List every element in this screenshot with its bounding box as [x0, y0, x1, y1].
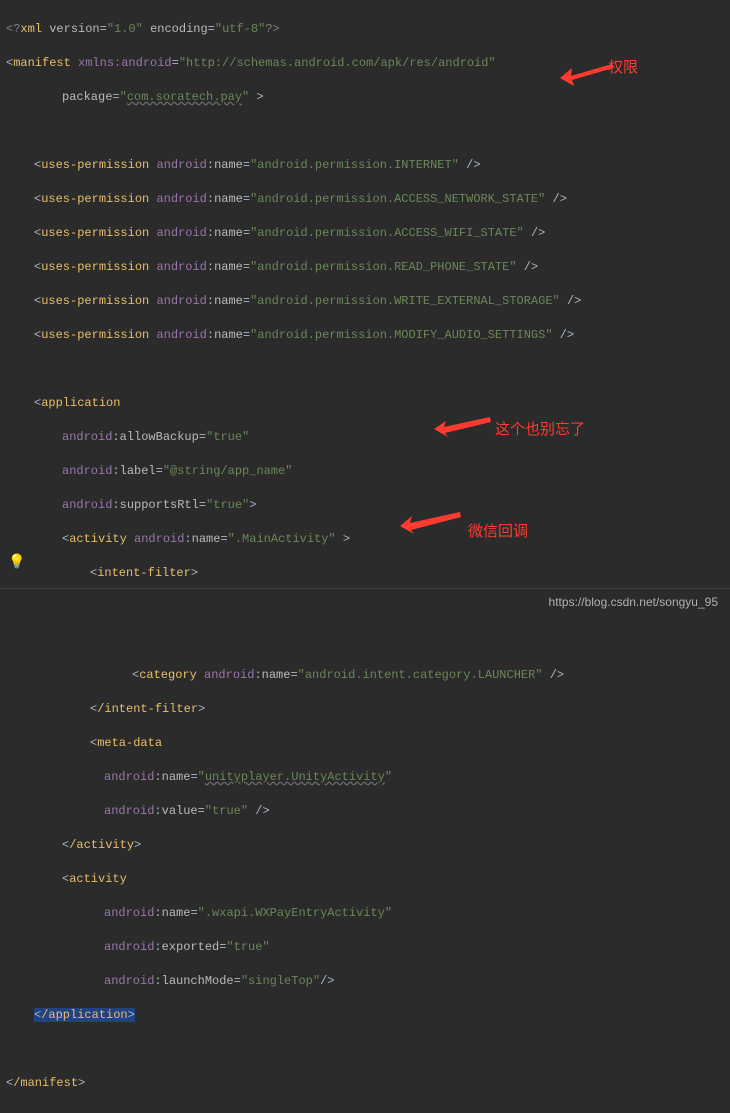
code-line: </intent-filter>	[6, 701, 724, 718]
code-line: <activity	[6, 871, 724, 888]
code-line: <meta-data	[6, 735, 724, 752]
code-line: android:name=".wxapi.WXPayEntryActivity"	[6, 905, 724, 922]
code-line	[6, 1041, 724, 1058]
code-line: <intent-filter>	[6, 565, 724, 582]
code-line: </activity>	[6, 837, 724, 854]
code-line: <uses-permission android:name="android.p…	[6, 225, 724, 242]
code-line: android:allowBackup="true"	[6, 429, 724, 446]
code-line: <application	[6, 395, 724, 412]
code-line: </manifest>	[6, 1075, 724, 1092]
code-line: <uses-permission android:name="android.p…	[6, 259, 724, 276]
code-line: <uses-permission android:name="android.p…	[6, 293, 724, 310]
code-line	[6, 633, 724, 650]
code-line: <activity android:name=".MainActivity" >	[6, 531, 724, 548]
code-line	[6, 361, 724, 378]
code-line: </application>	[6, 1007, 724, 1024]
code-line: <uses-permission android:name="android.p…	[6, 327, 724, 344]
footer-url: https://blog.csdn.net/songyu_95	[549, 595, 718, 609]
code-line: <?xml version="1.0" encoding="utf-8"?>	[6, 21, 724, 38]
footer-bar: https://blog.csdn.net/songyu_95	[0, 588, 730, 615]
code-line: android:exported="true"	[6, 939, 724, 956]
code-line: <category android:name="android.intent.c…	[6, 667, 724, 684]
code-line: android:value="true" />	[6, 803, 724, 820]
code-editor[interactable]: <?xml version="1.0" encoding="utf-8"?> <…	[0, 0, 730, 1113]
code-line: android:label="@string/app_name"	[6, 463, 724, 480]
code-line	[6, 123, 724, 140]
code-line: <manifest xmlns:android="http://schemas.…	[6, 55, 724, 72]
code-line: <uses-permission android:name="android.p…	[6, 191, 724, 208]
code-line: android:launchMode="singleTop"/>	[6, 973, 724, 990]
code-line: android:supportsRtl="true">	[6, 497, 724, 514]
code-line: <uses-permission android:name="android.p…	[6, 157, 724, 174]
code-line: package="com.soratech.pay" >	[6, 89, 724, 106]
code-line: android:name="unityplayer.UnityActivity"	[6, 769, 724, 786]
lightbulb-icon[interactable]: 💡	[8, 554, 25, 571]
